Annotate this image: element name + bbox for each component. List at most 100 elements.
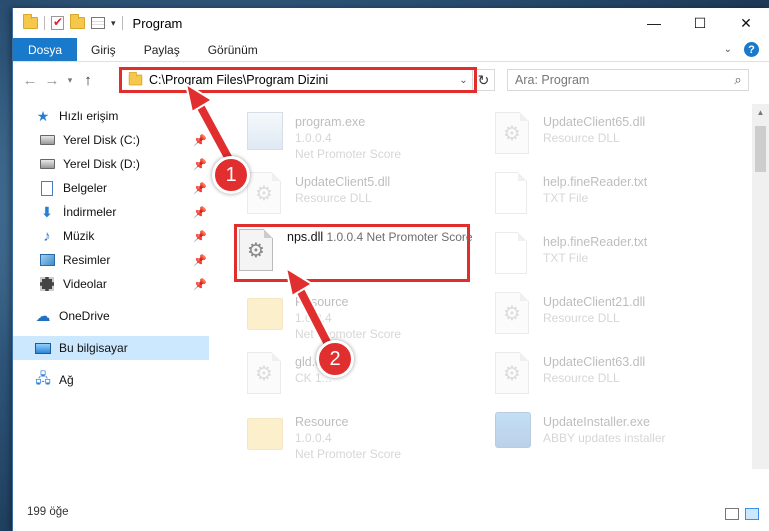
maximize-button[interactable]: ☐ xyxy=(677,8,723,38)
dll-icon: ⚙ xyxy=(239,229,273,271)
pin-icon[interactable]: 📌 xyxy=(193,158,207,171)
close-button[interactable]: ✕ xyxy=(723,8,769,38)
folder-icon xyxy=(247,298,283,330)
sidebar-item-onedrive[interactable]: ☁ OneDrive xyxy=(13,304,209,328)
file-tile[interactable]: help.fineReader.txt TXT File xyxy=(493,172,733,228)
refresh-icon[interactable]: ↻ xyxy=(472,70,494,90)
pin-icon[interactable]: 📌 xyxy=(193,134,207,147)
documents-icon xyxy=(39,180,55,196)
scroll-up-icon[interactable]: ▲ xyxy=(752,104,769,121)
back-arrow-icon[interactable]: ← xyxy=(19,72,41,89)
file-tile[interactable]: program.exe 1.0.0.4 Net Promoter Score xyxy=(245,112,485,168)
disk-icon xyxy=(39,156,55,172)
file-name: help.fineReader.txt xyxy=(543,235,648,249)
sidebar-item-documents[interactable]: Belgeler 📌 xyxy=(13,176,209,200)
sidebar-item-downloads[interactable]: ⬇ İndirmeler 📌 xyxy=(13,200,209,224)
file-tile[interactable]: ⚙ UpdateClient21.dll Resource DLL xyxy=(493,292,733,348)
file-name: program.exe xyxy=(295,115,366,129)
file-tile[interactable]: help.fineReader.txt TXT File xyxy=(493,232,733,288)
sidebar-item-local-disk-c[interactable]: Yerel Disk (C:) 📌 xyxy=(13,128,209,152)
new-folder-icon[interactable] xyxy=(70,14,85,29)
pictures-icon xyxy=(39,252,55,268)
status-item-count: 199 öğe xyxy=(27,506,69,518)
sidebar-item-label: Belgeler xyxy=(63,181,108,195)
pin-icon[interactable]: 📌 xyxy=(193,254,207,267)
folder-icon xyxy=(247,418,283,450)
sidebar-item-local-disk-d[interactable]: Yerel Disk (D:) 📌 xyxy=(13,152,209,176)
forward-arrow-icon[interactable]: → xyxy=(41,72,63,89)
address-dropdown-icon[interactable]: ⌄ xyxy=(454,75,472,86)
file-tile[interactable]: Resource 1.0.0.4 Net Promoter Score xyxy=(245,292,485,348)
sidebar-item-network[interactable]: 🖧 Ağ xyxy=(13,368,209,392)
tiles-view-icon[interactable] xyxy=(745,508,759,520)
file-version: 1.0.0.4 xyxy=(295,311,332,325)
sidebar-item-quick-access[interactable]: ★ Hızlı erişim xyxy=(13,104,209,128)
file-tile-nps-dll[interactable]: ⚙ nps.dll 1.0.0.4 Net Promoter Score xyxy=(239,229,473,271)
computer-icon xyxy=(35,340,51,356)
file-name: UpdateClient65.dll xyxy=(543,115,646,129)
checkmark-icon[interactable] xyxy=(51,15,64,30)
scroll-thumb[interactable] xyxy=(755,126,766,172)
downloads-icon: ⬇ xyxy=(41,203,53,220)
vertical-scrollbar[interactable]: ▲ xyxy=(752,104,769,469)
sidebar-item-label: OneDrive xyxy=(59,309,110,323)
sidebar-item-label: İndirmeler xyxy=(63,205,117,219)
file-list: program.exe 1.0.0.4 Net Promoter Score ⚙… xyxy=(221,104,745,469)
file-type: Resource DLL xyxy=(295,191,372,205)
navigation-pane: ★ Hızlı erişim Yerel Disk (C:) 📌 Yerel D… xyxy=(13,104,209,472)
file-tile[interactable]: UpdateInstaller.exe ABBY updates install… xyxy=(493,412,733,468)
sidebar-item-pictures[interactable]: Resimler 📌 xyxy=(13,248,209,272)
sidebar-item-label: Müzik xyxy=(63,229,95,243)
search-box[interactable]: Ara: Program ⌕ xyxy=(507,69,749,91)
explorer-window: ▾ Program — ☐ ✕ Dosya Giriş Paylaş Görün… xyxy=(12,8,769,531)
search-input[interactable]: Ara: Program xyxy=(515,73,728,87)
up-arrow-icon[interactable]: ↑ xyxy=(77,72,99,89)
sidebar-item-label: Ağ xyxy=(59,373,74,387)
address-path[interactable]: C:\Program Files\Program Dizini xyxy=(149,73,454,87)
expand-ribbon-icon[interactable]: ⌄ xyxy=(724,44,732,55)
file-name: nps.dll xyxy=(287,230,324,244)
tab-view[interactable]: Görünüm xyxy=(194,38,272,61)
file-name: Resource xyxy=(295,415,349,429)
star-icon: ★ xyxy=(36,107,50,124)
customize-toolbar-icon[interactable]: ▾ xyxy=(111,18,116,29)
ribbon-tabs: Dosya Giriş Paylaş Görünüm ⌄ ? xyxy=(13,38,769,62)
sidebar-item-music[interactable]: ♪ Müzik 📌 xyxy=(13,224,209,248)
tab-share[interactable]: Paylaş xyxy=(130,38,194,61)
ribbon-right: ⌄ ? xyxy=(724,38,769,61)
file-tile[interactable]: ⚙ UpdateClient63.dll Resource DLL xyxy=(493,352,733,408)
file-tile[interactable]: ⚙ UpdateClient5.dll Resource DLL xyxy=(245,172,485,228)
pin-icon[interactable]: 📌 xyxy=(193,206,207,219)
tab-file[interactable]: Dosya xyxy=(13,38,78,61)
help-icon[interactable]: ? xyxy=(744,42,759,57)
file-tile[interactable]: Resource 1.0.0.4 Net Promoter Score xyxy=(245,412,485,468)
search-icon[interactable]: ⌕ xyxy=(728,72,748,88)
sidebar-item-videos[interactable]: Videolar 📌 xyxy=(13,272,209,296)
address-bar[interactable]: C:\Program Files\Program Dizini ⌄ ↻ xyxy=(121,69,495,91)
recent-locations-icon[interactable]: ▾ xyxy=(63,75,77,86)
pin-icon[interactable]: 📌 xyxy=(193,182,207,195)
installer-icon xyxy=(495,412,531,448)
window-title: Program xyxy=(132,15,183,31)
step-badge-1: 1 xyxy=(212,156,250,194)
file-version: 1.0.0.4 xyxy=(295,131,332,145)
file-tile[interactable]: ⚙ UpdateClient65.dll Resource DLL xyxy=(493,112,733,168)
pin-icon[interactable]: 📌 xyxy=(193,278,207,291)
dll-icon: ⚙ xyxy=(495,352,529,394)
file-tile[interactable]: ⚙ gld.d... CK 1... xyxy=(245,352,485,408)
file-description: Net Promoter Score xyxy=(366,230,473,244)
file-type: Resource DLL xyxy=(543,131,620,145)
toolbar-divider xyxy=(121,16,123,30)
file-name: Resource xyxy=(295,295,349,309)
minimize-button[interactable]: — xyxy=(631,8,677,38)
sidebar-item-this-pc[interactable]: Bu bilgisayar xyxy=(13,336,209,360)
file-name: UpdateClient21.dll xyxy=(543,295,646,309)
file-type: Resource DLL xyxy=(543,371,620,385)
properties-icon[interactable] xyxy=(91,17,105,29)
folder-icon xyxy=(128,71,143,86)
file-name: UpdateClient63.dll xyxy=(543,355,646,369)
pin-icon[interactable]: 📌 xyxy=(193,230,207,243)
tab-home[interactable]: Giriş xyxy=(77,38,130,61)
details-view-icon[interactable] xyxy=(725,508,739,520)
file-description: Net Promoter Score xyxy=(295,447,402,461)
